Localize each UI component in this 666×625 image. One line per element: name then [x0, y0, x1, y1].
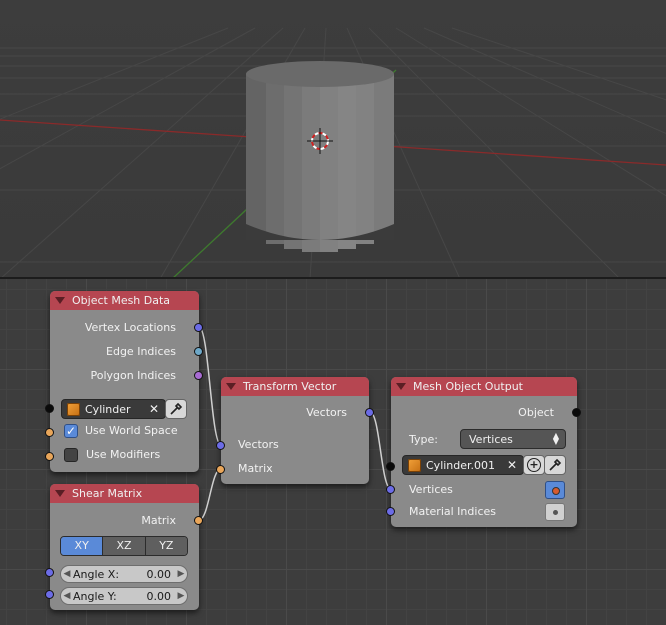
node-header[interactable]: Mesh Object Output — [391, 377, 577, 396]
decrement-arrow-icon[interactable]: ◀ — [61, 569, 73, 579]
output-vectors: Vectors — [306, 406, 347, 419]
socket-object-input[interactable] — [45, 404, 54, 413]
node-title: Object Mesh Data — [72, 294, 171, 307]
output-vertex-locations: Vertex Locations — [84, 321, 176, 334]
angle-x-value: 0.00 — [146, 567, 172, 581]
collapse-triangle-icon[interactable] — [396, 383, 406, 390]
node-header[interactable]: Shear Matrix — [50, 484, 199, 503]
socket-transform-vectors-output[interactable] — [365, 408, 374, 417]
node-editor[interactable]: Object Mesh Data Vertex Locations Edge I… — [0, 279, 666, 625]
object-cube-icon — [67, 402, 80, 416]
input-matrix: Matrix — [238, 462, 273, 475]
node-title: Mesh Object Output — [413, 380, 523, 393]
object-mesh-data-node[interactable]: Object Mesh Data Vertex Locations Edge I… — [50, 291, 199, 472]
vertices-toggle-button[interactable] — [545, 481, 565, 499]
mesh-object-output-node[interactable]: Mesh Object Output Object Type: Vertices… — [391, 377, 577, 527]
collapse-triangle-icon[interactable] — [226, 383, 236, 390]
angle-x-slider[interactable]: ◀ Angle X: 0.00 ▶ — [60, 565, 188, 583]
dot-icon — [552, 487, 560, 495]
output-polygon-indices: Polygon Indices — [90, 369, 176, 382]
shear-matrix-node[interactable]: Shear Matrix Matrix XY XZ YZ ◀ Angle X: … — [50, 484, 199, 610]
object-field-value: Cylinder.001 — [426, 458, 496, 472]
object-selector-field[interactable]: Cylinder ✕ — [61, 399, 166, 419]
output-edge-indices: Edge Indices — [106, 345, 176, 358]
decrement-arrow-icon[interactable]: ◀ — [61, 591, 73, 601]
input-material-indices: Material Indices — [409, 505, 496, 518]
new-object-button[interactable]: + — [523, 455, 545, 475]
socket-transform-vectors-input[interactable] — [216, 441, 225, 450]
plane-selector[interactable]: XY XZ YZ — [60, 536, 188, 556]
object-cube-icon — [408, 458, 421, 472]
eyedropper-icon — [170, 402, 183, 415]
angle-x-label: Angle X: — [73, 567, 120, 581]
use-modifiers-label: Use Modifiers — [86, 448, 161, 461]
3d-viewport[interactable] — [0, 0, 666, 279]
socket-vertex-locations[interactable] — [194, 323, 203, 332]
use-modifiers-checkbox[interactable] — [64, 448, 78, 462]
socket-object-output[interactable] — [572, 408, 581, 417]
socket-angle-x[interactable] — [45, 568, 54, 577]
eyedropper-button[interactable] — [544, 455, 566, 475]
input-vectors: Vectors — [238, 438, 279, 451]
socket-angle-y[interactable] — [45, 590, 54, 599]
input-vertices: Vertices — [409, 483, 453, 496]
collapse-triangle-icon[interactable] — [55, 297, 65, 304]
angle-y-slider[interactable]: ◀ Angle Y: 0.00 ▶ — [60, 587, 188, 605]
increment-arrow-icon[interactable]: ▶ — [175, 591, 187, 601]
node-title: Transform Vector — [243, 380, 337, 393]
angle-y-value: 0.00 — [146, 589, 172, 603]
plane-option-yz[interactable]: YZ — [145, 537, 187, 555]
type-dropdown-value: Vertices — [469, 432, 513, 446]
increment-arrow-icon[interactable]: ▶ — [175, 569, 187, 579]
node-title: Shear Matrix — [72, 487, 143, 500]
viewport-scene — [0, 27, 666, 279]
socket-vertices-input[interactable] — [386, 485, 395, 494]
type-label: Type: — [409, 433, 438, 446]
output-matrix: Matrix — [141, 514, 176, 527]
use-world-space-checkbox[interactable]: ✓ — [64, 424, 78, 438]
output-object: Object — [518, 406, 554, 419]
socket-shear-matrix-output[interactable] — [194, 516, 203, 525]
node-header[interactable]: Transform Vector — [221, 377, 369, 396]
socket-material-indices-input[interactable] — [386, 507, 395, 516]
clear-x-icon[interactable]: ✕ — [507, 458, 517, 472]
material-indices-toggle-button[interactable] — [545, 503, 565, 521]
object-selector-field[interactable]: Cylinder.001 ✕ — [402, 455, 524, 475]
socket-polygon-indices[interactable] — [194, 371, 203, 380]
cylinder-mesh — [246, 61, 394, 252]
eyedropper-icon — [549, 458, 562, 471]
socket-transform-matrix-input[interactable] — [216, 465, 225, 474]
dropdown-updown-icon: ▲ ▼ — [552, 431, 559, 446]
eyedropper-button[interactable] — [165, 399, 187, 419]
collapse-triangle-icon[interactable] — [55, 490, 65, 497]
socket-use-modifiers[interactable] — [45, 452, 54, 461]
plane-option-xz[interactable]: XZ — [103, 537, 146, 555]
use-world-space-label: Use World Space — [85, 424, 178, 437]
socket-edge-indices[interactable] — [194, 347, 203, 356]
transform-vector-node[interactable]: Transform Vector Vectors Vectors Matrix — [221, 377, 369, 484]
clear-x-icon[interactable]: ✕ — [149, 402, 159, 416]
dot-icon — [553, 510, 558, 515]
object-field-value: Cylinder — [85, 402, 131, 416]
socket-mesh-object-input[interactable] — [386, 462, 395, 471]
angle-y-label: Angle Y: — [73, 589, 117, 603]
plane-option-xy[interactable]: XY — [61, 537, 104, 555]
plus-circle-icon: + — [527, 458, 541, 472]
node-header[interactable]: Object Mesh Data — [50, 291, 199, 310]
socket-use-world-space[interactable] — [45, 428, 54, 437]
type-dropdown[interactable]: Vertices ▲ ▼ — [460, 429, 566, 449]
